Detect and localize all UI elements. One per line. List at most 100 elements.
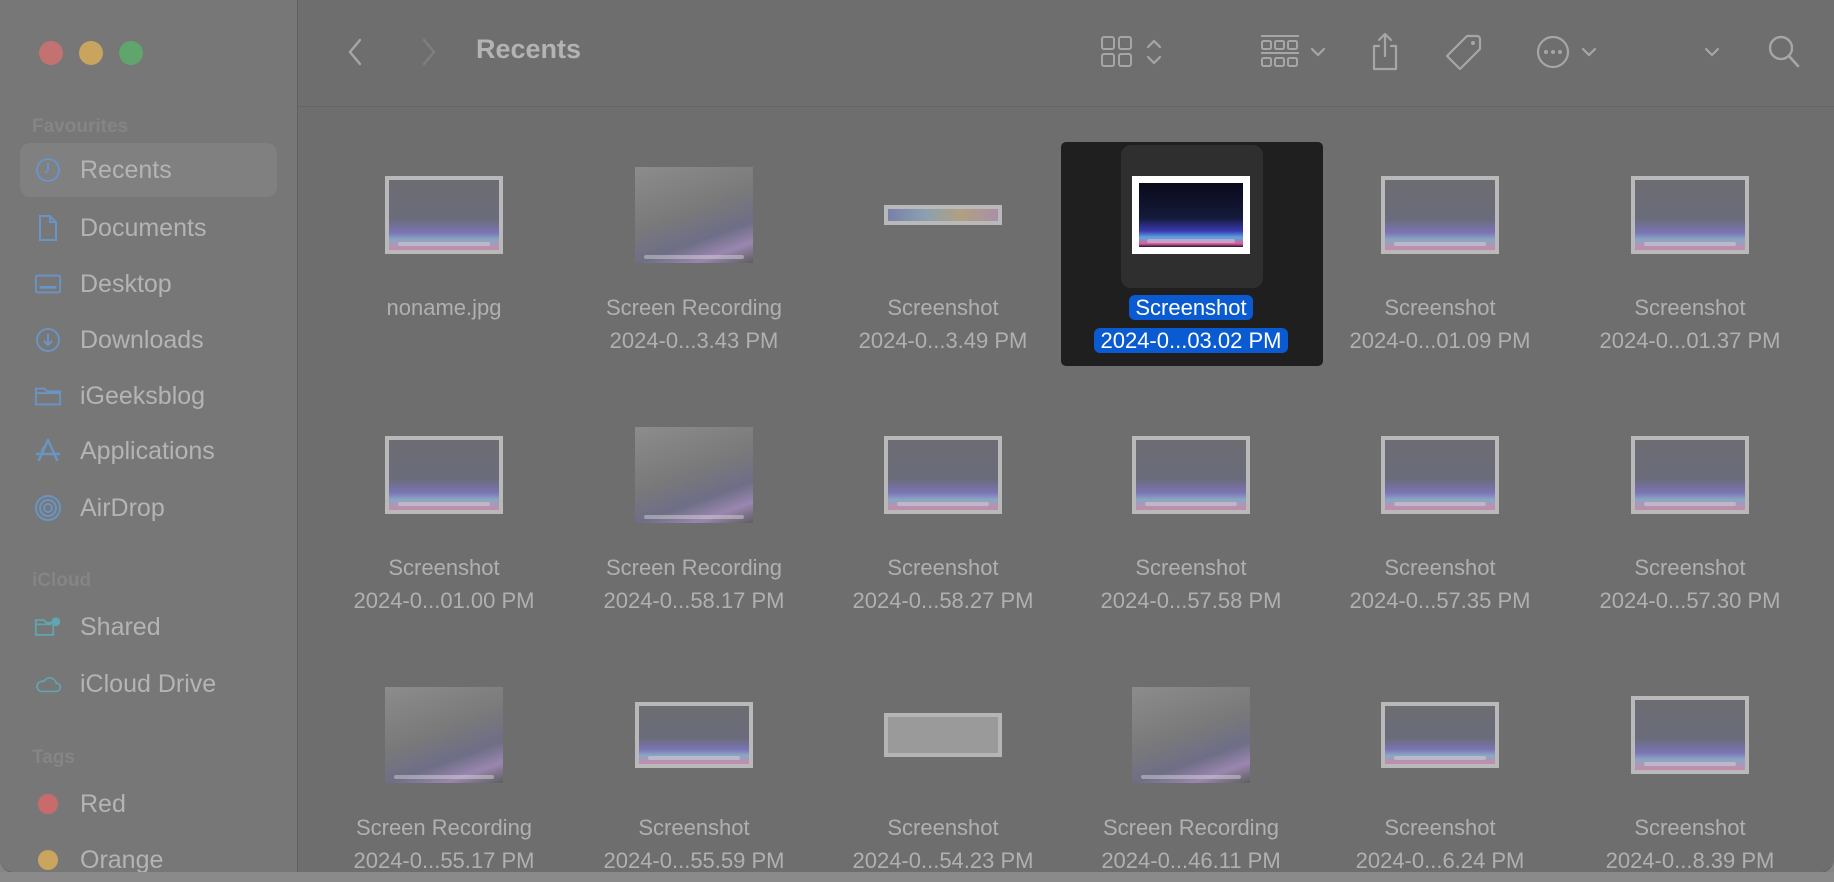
file-thumbnail[interactable] [635, 167, 753, 263]
sidebar-item-icloud-drive[interactable]: iCloud Drive [20, 657, 277, 711]
file-name-line2: 2024-0...57.35 PM [1349, 588, 1531, 613]
file-name-line1: Screen Recording [355, 815, 533, 840]
back-button[interactable] [340, 34, 370, 70]
file-thumbnail[interactable] [1631, 696, 1749, 774]
file-name-label[interactable]: noname.jpg [320, 291, 568, 324]
thumbnail-dock [397, 502, 491, 506]
sidebar-item-igeeksblog[interactable]: iGeeksblog [20, 369, 277, 423]
search-button[interactable] [1766, 34, 1802, 70]
thumbnail-image [1132, 176, 1250, 254]
more-actions-button[interactable] [1529, 34, 1605, 70]
sidebar-item-label: Documents [80, 213, 207, 242]
share-button[interactable] [1368, 32, 1402, 71]
file-thumbnail[interactable] [1381, 176, 1499, 254]
file-name-line2: 2024-0...58.27 PM [852, 588, 1034, 613]
sidebar-item-label: iGeeksblog [80, 381, 206, 410]
file-name-label[interactable]: Screenshot 2024-0...57.30 PM [1566, 551, 1814, 617]
search-icon [1768, 35, 1800, 68]
group-by-button[interactable] [1256, 34, 1332, 70]
file-name-label[interactable]: Screenshot 2024-0...3.49 PM [819, 291, 1067, 357]
file-thumbnail[interactable] [635, 427, 753, 523]
file-thumbnail[interactable] [1132, 687, 1250, 783]
file-name-label[interactable]: Screenshot 2024-0...58.27 PM [819, 551, 1067, 617]
file-name-label[interactable]: Screen Recording 2024-0...3.43 PM [570, 291, 818, 357]
file-name-label[interactable]: Screen Recording 2024-0...58.17 PM [570, 551, 818, 617]
group-icon [1261, 35, 1299, 67]
file-thumbnail[interactable] [884, 436, 1002, 514]
file-name-line1: Screenshot [887, 815, 999, 840]
sidebar-header-icloud: iCloud [32, 570, 92, 591]
file-thumbnail[interactable] [385, 436, 503, 514]
file-name-line2: 2024-0...01.37 PM [1599, 328, 1781, 353]
sidebar-tag-orange[interactable]: Orange [20, 833, 277, 872]
file-thumbnail[interactable] [635, 702, 753, 768]
sidebar-item-label: Red [80, 789, 126, 818]
sidebar-item-documents[interactable]: Documents [20, 201, 277, 255]
file-thumbnail[interactable] [1132, 436, 1250, 514]
sidebar-item-shared[interactable]: Shared [20, 600, 277, 654]
clock-icon [34, 156, 62, 184]
toolbar-overflow-button[interactable] [1700, 34, 1724, 70]
file-thumbnail[interactable] [1631, 176, 1749, 254]
file-thumbnail[interactable] [1631, 436, 1749, 514]
file-thumbnail[interactable] [1381, 702, 1499, 768]
file-thumbnail[interactable] [1381, 436, 1499, 514]
file-name-label[interactable]: Screen Recording 2024-0...55.17 PM [320, 811, 568, 872]
sidebar-item-label: Shared [80, 612, 161, 641]
orange-tag-dot-icon [38, 850, 58, 870]
finder-window: Favourites Recents Documents Desktop Dow… [0, 0, 1834, 873]
file-name-line1: Screenshot [388, 555, 500, 580]
file-thumbnail[interactable] [1132, 176, 1250, 254]
thumbnail-dock [1393, 756, 1487, 760]
sidebar-header-tags: Tags [32, 747, 75, 768]
sidebar-tag-red[interactable]: Red [20, 777, 277, 831]
sidebar-item-applications[interactable]: Applications [20, 424, 277, 478]
file-name-label[interactable]: Screenshot 2024-0...01.09 PM [1316, 291, 1564, 357]
thumbnail-dock [1144, 502, 1238, 506]
up-down-chevron-icon [1146, 39, 1162, 65]
tag-icon [1445, 34, 1482, 71]
thumbnail-image [1132, 687, 1250, 783]
file-thumbnail[interactable] [385, 687, 503, 783]
ellipsis-circle-icon [1536, 35, 1570, 69]
zoom-button[interactable] [119, 41, 143, 65]
file-name-label[interactable]: Screenshot 2024-0...57.35 PM [1316, 551, 1564, 617]
thumbnail-dock [397, 242, 491, 246]
file-name-line2: 2024-0...57.58 PM [1100, 588, 1282, 613]
file-name-label[interactable]: Screenshot 2024-0...57.58 PM [1067, 551, 1315, 617]
sidebar-item-label: Desktop [80, 269, 172, 298]
sidebar-item-desktop[interactable]: Desktop [20, 257, 277, 311]
close-button[interactable] [39, 41, 63, 65]
sidebar-item-recents[interactable]: Recents [20, 143, 277, 197]
file-name-label[interactable]: Screenshot 2024-0...03.02 PM [1067, 291, 1315, 357]
minimize-button[interactable] [79, 41, 103, 65]
thumbnail-image [385, 687, 503, 783]
thumbnail-image [635, 702, 753, 768]
chevron-left-icon [348, 38, 362, 66]
file-name-label[interactable]: Screenshot 2024-0...01.00 PM [320, 551, 568, 617]
thumbnail-image [635, 167, 753, 263]
thumbnail-image [1381, 436, 1499, 514]
file-thumbnail[interactable] [385, 176, 503, 254]
file-name-line1: Screenshot [1634, 815, 1746, 840]
file-thumbnail[interactable] [884, 205, 1002, 225]
desktop-background [0, 872, 1834, 882]
sidebar-item-downloads[interactable]: Downloads [20, 313, 277, 367]
file-name-label[interactable]: Screen Recording 2024-0...46.11 PM [1067, 811, 1315, 872]
file-name-label[interactable]: Screenshot 2024-0...8.39 PM [1566, 811, 1814, 872]
file-name-label[interactable]: Screenshot 2024-0...54.23 PM [819, 811, 1067, 872]
file-name-line2: 2024-0...6.24 PM [1355, 848, 1525, 873]
file-name-label[interactable]: Screenshot 2024-0...55.59 PM [570, 811, 818, 872]
file-name-label[interactable]: Screenshot 2024-0...6.24 PM [1316, 811, 1564, 873]
sidebar-item-airdrop[interactable]: AirDrop [20, 481, 277, 535]
file-name-line1: Screenshot [1384, 295, 1496, 320]
file-name-label[interactable]: Screenshot 2024-0...01.37 PM [1566, 291, 1814, 357]
thumbnail-dock [1643, 502, 1737, 506]
tags-button[interactable] [1444, 34, 1484, 71]
file-name-line1: Screen Recording [605, 295, 783, 320]
view-mode-button[interactable] [1092, 34, 1172, 70]
thumbnail-dock [644, 515, 744, 519]
sidebar-item-label: AirDrop [80, 493, 165, 522]
file-thumbnail[interactable] [884, 713, 1002, 757]
forward-button[interactable] [414, 34, 444, 70]
